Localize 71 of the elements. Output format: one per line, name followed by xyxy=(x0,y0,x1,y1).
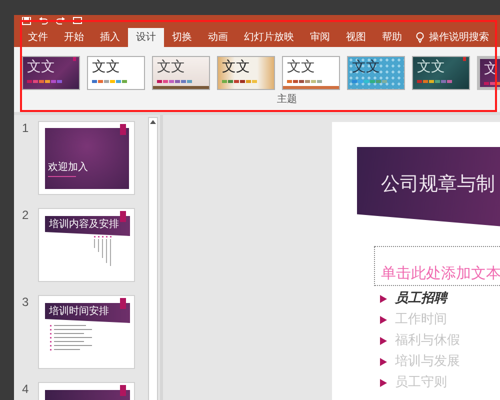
color-swatches xyxy=(92,80,127,83)
text-columns-drawing xyxy=(94,236,113,266)
accent-tab xyxy=(73,57,76,61)
slide-number: 1 xyxy=(22,121,28,137)
thumbnail-title: 欢迎加入 xyxy=(48,162,88,173)
slide-number: 3 xyxy=(22,295,28,311)
theme-thumbnail[interactable]: 文文 xyxy=(22,56,80,90)
accent-tab xyxy=(120,211,126,222)
accent-tab xyxy=(120,124,126,135)
accent-tab xyxy=(120,298,126,309)
theme-sample-text: 文文 xyxy=(157,58,185,74)
theme-thumbnail[interactable]: 文文 xyxy=(152,56,210,90)
theme-sample-text: 文文 xyxy=(352,58,380,74)
ribbon-tab[interactable]: 幻灯片放映 xyxy=(236,28,302,47)
theme-thumbnail[interactable]: 文文 xyxy=(347,56,405,90)
ribbon-tab[interactable]: 设计 xyxy=(128,28,164,47)
thumbnail-title: 培训内容及安排 xyxy=(49,219,119,230)
slide-thumbnail[interactable]: 欢迎加入 xyxy=(38,121,135,195)
color-swatches xyxy=(287,80,322,83)
theme-thumbnail[interactable]: 文文 xyxy=(282,56,340,90)
ribbon-tab[interactable]: 切换 xyxy=(164,28,200,47)
ribbon-tab[interactable]: 开始 xyxy=(56,28,92,47)
scrollbar[interactable] xyxy=(148,117,158,400)
save-icon[interactable] xyxy=(22,17,31,25)
slide-thumbnail[interactable]: 培训内容及安排 xyxy=(38,208,135,282)
color-swatches xyxy=(417,80,452,83)
bullet-icon xyxy=(380,378,387,386)
ribbon-tab[interactable]: 审阅 xyxy=(302,28,338,47)
accent-tab xyxy=(463,57,466,61)
ribbon-tab[interactable]: 帮助 xyxy=(374,28,410,47)
color-swatches xyxy=(222,80,257,83)
bullet-icon xyxy=(380,294,387,302)
color-swatches xyxy=(157,80,192,83)
slide-title: 公司规章与制 xyxy=(381,174,495,195)
theme-sample-text: 文文 xyxy=(27,58,55,74)
accent-tab xyxy=(120,385,126,396)
slide-thumbnail[interactable]: 培训时间安排 xyxy=(38,295,135,369)
theme-sample-text: 文文 xyxy=(417,58,445,74)
bullet-icon xyxy=(380,336,387,344)
bullet-text: 福利与休假 xyxy=(395,332,460,350)
tell-me-search[interactable]: 操作说明搜索 xyxy=(429,30,489,45)
accent-band xyxy=(283,86,339,89)
bullet-text: 工作时间 xyxy=(395,310,447,329)
bullet-text: 员工招聘 xyxy=(395,290,447,308)
group-label: 主题 xyxy=(277,94,297,106)
bullet-icon xyxy=(380,316,387,324)
color-swatches xyxy=(27,80,62,83)
ribbon-tab[interactable]: 插入 xyxy=(92,28,128,47)
ribbon-tab[interactable]: 动画 xyxy=(200,28,236,47)
undo-icon[interactable] xyxy=(39,17,48,25)
theme-sample-text: 文文 xyxy=(287,58,315,74)
redo-icon[interactable] xyxy=(56,17,65,25)
slideshow-icon[interactable] xyxy=(73,17,82,25)
accent-band xyxy=(153,86,209,89)
bullet-icon xyxy=(380,358,387,366)
slide-number: 2 xyxy=(22,208,28,224)
slide-number: 4 xyxy=(22,382,28,398)
ribbon-tab[interactable]: 文件 xyxy=(20,28,56,47)
theme-sample-text: 文文 xyxy=(92,58,120,74)
subtitle-line xyxy=(48,176,76,177)
bullet-text: 培训与发展 xyxy=(395,352,460,371)
theme-thumbnail[interactable]: 文文 xyxy=(217,56,275,90)
color-swatches xyxy=(352,80,387,83)
lightbulb-icon xyxy=(416,32,424,43)
bullet-text: 员工守则 xyxy=(395,374,447,392)
theme-thumbnail[interactable]: 文文 xyxy=(412,56,470,90)
theme-thumbnail[interactable]: 文文 xyxy=(87,56,145,90)
theme-sample-text: 文文 xyxy=(222,58,250,74)
thumbnail-title: 培训时间安排 xyxy=(49,306,109,317)
scroll-up-icon[interactable] xyxy=(150,120,156,124)
ribbon-tab[interactable]: 视图 xyxy=(338,28,374,47)
